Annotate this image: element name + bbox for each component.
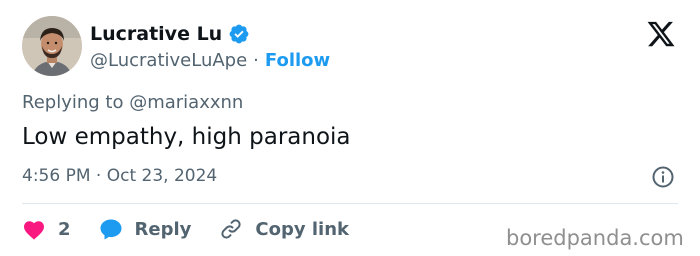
reply-mention-link[interactable]: @mariaxxnn xyxy=(129,92,243,113)
tweet-text: Low empathy, high paranoia xyxy=(22,124,351,150)
watermark: boredpanda.com xyxy=(506,226,684,250)
reply-prefix: Replying to xyxy=(22,92,130,113)
x-logo-icon[interactable] xyxy=(645,19,677,49)
reply-button[interactable]: Reply xyxy=(99,217,192,241)
action-bar: 2 Reply Copy link xyxy=(22,214,377,244)
heart-icon xyxy=(24,221,44,240)
tweet-date: Oct 23, 2024 xyxy=(106,166,218,186)
author-display-name[interactable]: Lucrative Lu xyxy=(90,23,222,45)
handle-separator: · xyxy=(253,49,259,71)
reply-label: Reply xyxy=(134,218,192,240)
like-button[interactable]: 2 xyxy=(22,218,71,240)
tweet-card: Lucrative Lu @LucrativeLuApe · Follow Re… xyxy=(0,0,700,256)
verified-badge-icon xyxy=(229,24,249,44)
tweet-timestamp[interactable]: 4:56 PM · Oct 23, 2024 xyxy=(22,166,217,186)
handle-row: @LucrativeLuApe · Follow xyxy=(90,47,330,73)
divider xyxy=(22,203,678,204)
author-name-row: Lucrative Lu xyxy=(90,20,250,48)
timestamp-separator: · xyxy=(95,166,102,186)
copy-link-label: Copy link xyxy=(255,218,349,240)
author-handle[interactable]: @LucrativeLuApe xyxy=(90,50,247,71)
info-icon[interactable] xyxy=(651,165,675,189)
follow-button[interactable]: Follow xyxy=(265,50,330,71)
avatar-image xyxy=(22,16,82,76)
reply-context: Replying to @mariaxxnn xyxy=(22,92,243,113)
copy-link-button[interactable]: Copy link xyxy=(219,217,349,241)
reply-bubble-icon xyxy=(100,219,122,240)
tweet-time: 4:56 PM xyxy=(22,166,91,186)
like-count: 2 xyxy=(58,218,71,240)
avatar[interactable] xyxy=(22,16,82,76)
link-icon xyxy=(221,219,242,239)
